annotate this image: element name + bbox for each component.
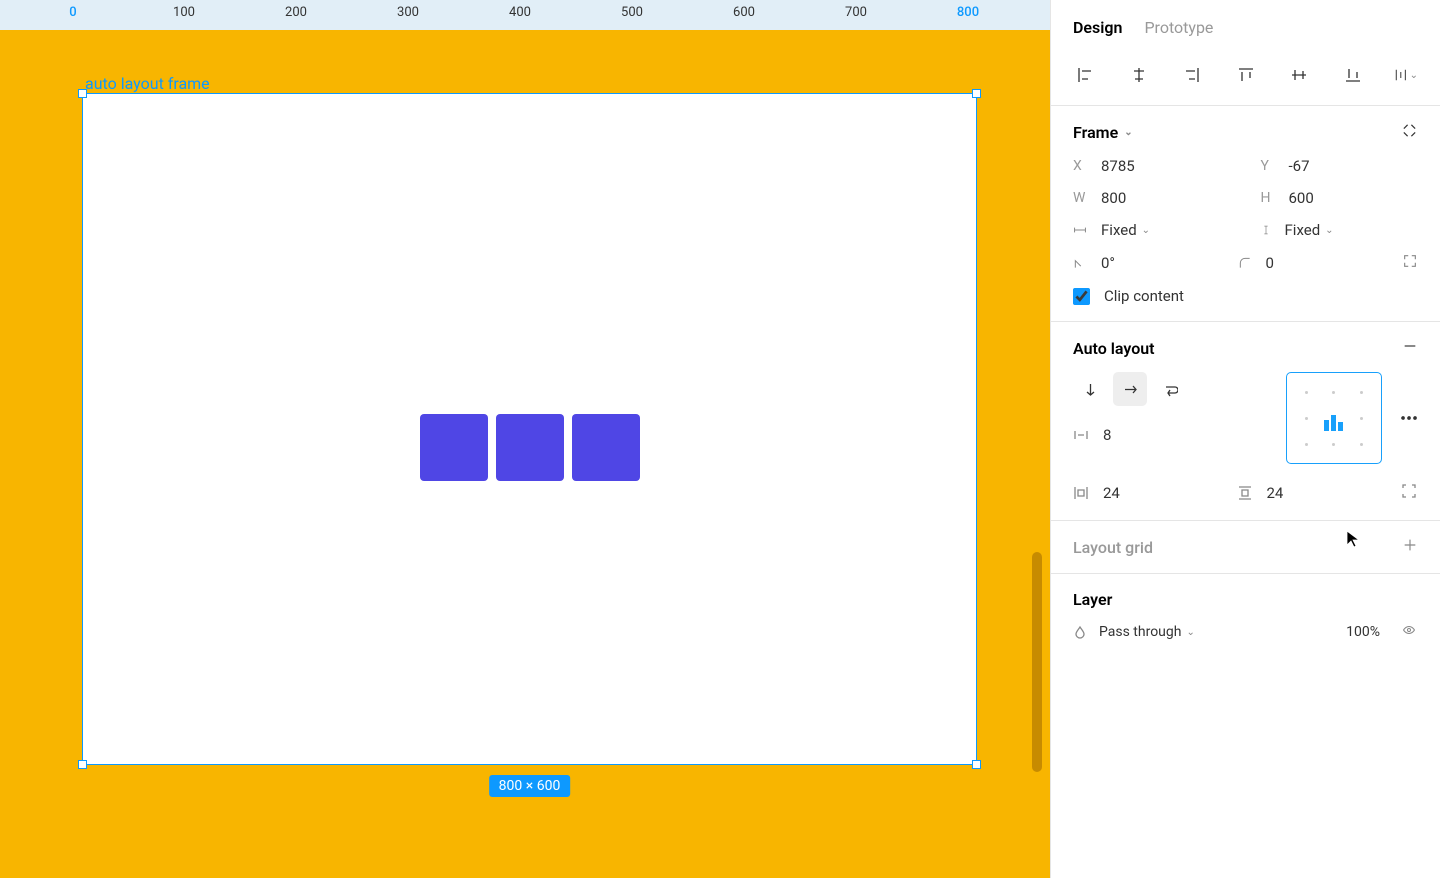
frame-section-title[interactable]: Frame⌄ — [1073, 123, 1133, 142]
scrollbar-thumb[interactable] — [1032, 552, 1042, 772]
align-left-icon[interactable] — [1073, 63, 1097, 87]
resize-handle[interactable] — [972, 89, 981, 98]
panel-tabs: Design Prototype — [1051, 0, 1440, 53]
tab-prototype[interactable]: Prototype — [1144, 18, 1213, 37]
w-label: W — [1073, 190, 1087, 206]
radius-field[interactable]: 0 — [1266, 254, 1274, 272]
remove-autolayout-icon[interactable] — [1402, 338, 1418, 358]
h-label: H — [1261, 190, 1275, 206]
direction-horizontal-icon[interactable] — [1113, 372, 1147, 406]
rotation-field[interactable]: 0° — [1101, 254, 1115, 272]
vpadding-field[interactable]: 24 — [1267, 484, 1284, 502]
h-field[interactable]: 600 — [1289, 189, 1314, 207]
direction-wrap-icon[interactable] — [1153, 372, 1187, 406]
add-layout-grid-icon[interactable] — [1402, 537, 1418, 557]
autolayout-title: Auto layout — [1073, 339, 1155, 358]
resize-handle[interactable] — [78, 89, 87, 98]
child-boxes — [420, 414, 640, 481]
tab-design[interactable]: Design — [1073, 18, 1122, 37]
ruler-tick: 600 — [733, 5, 755, 20]
y-label: Y — [1261, 158, 1275, 174]
direction-vertical-icon[interactable] — [1073, 372, 1107, 406]
alignment-toolbar: ⌄ — [1051, 53, 1440, 106]
frame-name-label[interactable]: auto layout frame — [85, 74, 210, 93]
horizontal-ruler: 0 100 200 300 400 500 600 700 800 — [0, 0, 1050, 30]
canvas[interactable]: auto layout frame 800 × 600 — [0, 30, 1050, 878]
align-bottom-icon[interactable] — [1341, 63, 1365, 87]
properties-panel: Design Prototype ⌄ Frame⌄ X8785 Y-67 W80… — [1050, 0, 1440, 878]
align-right-icon[interactable] — [1180, 63, 1204, 87]
independent-corners-icon[interactable] — [1402, 253, 1418, 273]
hpadding-field[interactable]: 24 — [1103, 484, 1120, 502]
gap-field[interactable]: 8 — [1103, 426, 1111, 444]
child-rect[interactable] — [572, 414, 640, 481]
dimensions-badge: 800 × 600 — [489, 775, 571, 797]
layout-grid-section: Layout grid — [1051, 521, 1440, 574]
distribute-icon[interactable]: ⌄ — [1394, 63, 1418, 87]
ruler-tick: 300 — [397, 5, 419, 20]
canvas-area[interactable]: 0 100 200 300 400 500 600 700 800 auto l… — [0, 0, 1050, 878]
ruler-tick: 0 — [69, 5, 76, 20]
ruler-tick: 200 — [285, 5, 307, 20]
x-label: X — [1073, 158, 1087, 174]
layout-grid-title: Layout grid — [1073, 538, 1153, 557]
clip-content-label: Clip content — [1104, 287, 1184, 305]
y-field[interactable]: -67 — [1289, 157, 1310, 175]
autolayout-more-icon[interactable] — [1400, 372, 1418, 464]
vresize-select[interactable]: Fixed⌄ — [1285, 221, 1334, 239]
blend-icon — [1073, 625, 1087, 639]
visibility-icon[interactable] — [1400, 623, 1418, 641]
opacity-field[interactable]: 100% — [1346, 624, 1380, 640]
ruler-tick: 800 — [957, 5, 979, 20]
ruler-tick: 400 — [509, 5, 531, 20]
vertical-scrollbar[interactable] — [1032, 62, 1042, 872]
align-vcenter-icon[interactable] — [1287, 63, 1311, 87]
frame-section: Frame⌄ X 8785 Y -67 W 800 H 600 Fixed⌄ Fixed… — [1051, 106, 1440, 322]
ruler-tick: 500 — [621, 5, 643, 20]
layer-section: Layer Pass through⌄ 100% — [1051, 574, 1440, 657]
resize-handle[interactable] — [78, 760, 87, 769]
independent-padding-icon[interactable] — [1400, 482, 1418, 504]
w-field[interactable]: 800 — [1101, 189, 1126, 207]
ruler-tick: 100 — [173, 5, 195, 20]
selected-frame[interactable]: 800 × 600 — [82, 93, 977, 765]
fit-icon[interactable] — [1401, 122, 1418, 143]
clip-content-checkbox[interactable] — [1073, 288, 1090, 305]
resize-handle[interactable] — [972, 760, 981, 769]
x-field[interactable]: 8785 — [1101, 157, 1135, 175]
layer-title: Layer — [1073, 590, 1112, 609]
alignment-center-indicator — [1320, 405, 1347, 431]
child-rect[interactable] — [496, 414, 564, 481]
hresize-select[interactable]: Fixed⌄ — [1101, 221, 1150, 239]
blend-mode-select[interactable]: Pass through⌄ — [1099, 624, 1195, 640]
autolayout-section: Auto layout 8 24 24 — [1051, 322, 1440, 521]
align-top-icon[interactable] — [1234, 63, 1258, 87]
align-hcenter-icon[interactable] — [1127, 63, 1151, 87]
alignment-box[interactable] — [1286, 372, 1382, 464]
ruler-tick: 700 — [845, 5, 867, 20]
child-rect[interactable] — [420, 414, 488, 481]
